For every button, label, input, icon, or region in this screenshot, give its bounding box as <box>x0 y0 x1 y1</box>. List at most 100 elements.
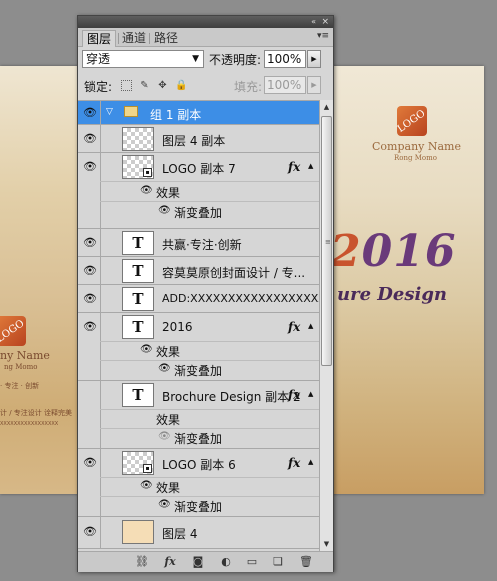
logo-badge: LOGO <box>0 316 27 346</box>
chevron-up-icon[interactable]: ▲ <box>308 322 313 330</box>
link-layers-icon[interactable]: ⛓ <box>134 555 150 569</box>
eye-icon[interactable]: 👁 <box>82 456 98 470</box>
fill-slider-button[interactable]: ▶ <box>307 76 321 94</box>
chevron-up-icon[interactable]: ▲ <box>308 390 313 398</box>
close-icon[interactable]: × <box>321 17 329 27</box>
panel-menu-icon[interactable]: ▾≡ <box>317 31 329 41</box>
adjustment-layer-icon[interactable]: ◐ <box>218 555 234 569</box>
eye-column-divider <box>100 285 101 312</box>
layer-row[interactable]: 👁 T ADD:XXXXXXXXXXXXXXXXXX... <box>78 285 319 313</box>
text-layer-icon: T <box>122 231 154 255</box>
add-style-icon[interactable]: fx <box>162 555 178 569</box>
text-layer-icon: T <box>122 287 154 311</box>
scroll-up-icon[interactable]: ▲ <box>320 100 333 114</box>
layer-name: 共赢·专注·创新 <box>162 238 242 252</box>
layer-row[interactable]: 👁 T 共赢·专注·创新 <box>78 229 319 257</box>
chevron-up-icon[interactable]: ▲ <box>308 458 313 466</box>
eye-icon[interactable]: 👁 <box>82 106 98 120</box>
fx-icon[interactable]: fx <box>288 456 300 470</box>
opacity-label: 不透明度: <box>209 53 262 67</box>
left-tagline: · 专注 · 创新 <box>0 382 40 390</box>
eye-icon[interactable]: 👁 <box>140 185 153 196</box>
layer-name: 图层 4 副本 <box>162 134 226 148</box>
trash-icon[interactable]: 🗑 <box>298 555 314 569</box>
layer-row[interactable]: 👁 ▪ LOGO 副本 7 fx ▲ 👁 效果 👁 渐变叠加 <box>78 153 319 229</box>
eye-icon[interactable]: 👁 <box>158 431 171 442</box>
layer-list-scrollbar[interactable]: ▲ ≡ ▼ <box>319 100 333 551</box>
layer-list: 👁 ▽ 组 1 副本 👁 图层 4 副本 👁 ▪ LOGO 副本 7 fx ▲ … <box>78 100 319 551</box>
blend-mode-select[interactable]: 穿透 ▼ <box>82 50 204 68</box>
divider <box>100 496 319 497</box>
fx-icon[interactable]: fx <box>288 388 300 402</box>
lock-transparent-icon[interactable] <box>121 80 132 91</box>
layer-row[interactable]: 👁 T 2016 fx ▲ 👁 效果 👁 渐变叠加 <box>78 313 319 381</box>
opacity-slider-button[interactable]: ▶ <box>307 50 321 68</box>
layer-thumbnail <box>122 520 154 544</box>
gradient-overlay-label: 渐变叠加 <box>174 500 223 514</box>
year-title: 2016 <box>330 226 457 277</box>
eye-icon[interactable]: 👁 <box>82 525 98 539</box>
eye-icon[interactable]: 👁 <box>158 205 171 216</box>
panel-footer: ⛓ fx ◙ ◐ ▭ ❏ 🗑 <box>78 551 333 572</box>
eye-icon[interactable]: 👁 <box>82 236 98 250</box>
eye-column-divider <box>100 125 101 152</box>
divider <box>100 201 319 202</box>
gradient-overlay-label: 渐变叠加 <box>174 206 223 220</box>
lock-move-icon[interactable]: ✥ <box>157 80 168 91</box>
layer-row[interactable]: 👁 图层 4 <box>78 517 319 549</box>
layer-name: 容莫莫原创封面设计 / 专... <box>162 266 306 280</box>
lock-all-icon[interactable]: 🔒 <box>175 80 187 91</box>
eye-column-divider <box>100 381 101 448</box>
layer-name: 组 1 副本 <box>150 108 202 122</box>
layer-name: LOGO 副本 6 <box>162 458 236 472</box>
eye-icon[interactable]: 👁 <box>82 320 98 334</box>
blend-row: 穿透 ▼ 不透明度: 100% ▶ <box>78 48 333 70</box>
new-group-icon[interactable]: ▭ <box>244 555 260 569</box>
eye-icon[interactable]: 👁 <box>158 363 171 374</box>
eye-icon[interactable]: 👁 <box>82 160 98 174</box>
collapse-icon[interactable]: « <box>311 17 316 27</box>
brochure-title: ure Design <box>337 284 447 305</box>
gradient-overlay-label: 渐变叠加 <box>174 432 223 446</box>
left-company-name: ny Name <box>0 349 50 362</box>
eye-icon[interactable]: 👁 <box>82 264 98 278</box>
fx-icon[interactable]: fx <box>288 160 300 174</box>
tab-channels[interactable]: 通道 <box>118 30 150 47</box>
layer-row-group[interactable]: 👁 ▽ 组 1 副本 <box>78 101 319 125</box>
layer-name: Brochure Design 副本 2 <box>162 390 301 404</box>
fx-icon[interactable]: fx <box>288 320 300 334</box>
layer-row[interactable]: 👁 ▪ LOGO 副本 6 fx ▲ 👁 效果 👁 渐变叠加 <box>78 449 319 517</box>
layers-panel: « × 图层 通道 路径 ▾≡ 穿透 ▼ 不透明度: 100% ▶ 锁定: ✎ … <box>77 15 334 572</box>
expand-icon[interactable]: ▽ <box>106 107 113 117</box>
layer-row[interactable]: 👁 图层 4 副本 <box>78 125 319 153</box>
new-layer-icon[interactable]: ❏ <box>270 555 286 569</box>
eye-icon[interactable]: 👁 <box>82 132 98 146</box>
layer-row[interactable]: 👁 T 容莫莫原创封面设计 / 专... <box>78 257 319 285</box>
panel-titlebar[interactable]: « × <box>78 16 333 28</box>
divider <box>100 341 319 342</box>
fill-input[interactable]: 100% <box>264 76 306 94</box>
scrollbar-thumb[interactable]: ≡ <box>321 116 332 366</box>
tab-paths[interactable]: 路径 <box>150 30 182 47</box>
layer-thumbnail: ▪ <box>122 155 154 179</box>
gradient-overlay-label: 渐变叠加 <box>174 364 223 378</box>
tab-layers[interactable]: 图层 <box>82 30 117 47</box>
layer-name: LOGO 副本 7 <box>162 162 236 176</box>
add-mask-icon[interactable]: ◙ <box>190 555 206 569</box>
divider <box>100 360 319 361</box>
lock-row: 锁定: ✎ ✥ 🔒 填充: 100% ▶ <box>78 74 333 96</box>
fill-label: 填充: <box>234 80 263 94</box>
text-layer-icon: T <box>122 383 154 407</box>
eye-icon[interactable]: 👁 <box>158 499 171 510</box>
chevron-up-icon[interactable]: ▲ <box>308 162 313 170</box>
eye-column-divider <box>100 449 101 516</box>
left-tagline-2: 计 / 专注设计 诠释完美 <box>0 409 73 417</box>
layer-name: 2016 <box>162 320 193 334</box>
layer-row[interactable]: T Brochure Design 副本 2 fx ▲ 效果 👁 渐变叠加 <box>78 381 319 449</box>
eye-icon[interactable]: 👁 <box>140 344 153 355</box>
eye-icon[interactable]: 👁 <box>82 292 98 306</box>
eye-icon[interactable]: 👁 <box>140 480 153 491</box>
lock-brush-icon[interactable]: ✎ <box>139 80 150 91</box>
scroll-down-icon[interactable]: ▼ <box>320 537 333 551</box>
opacity-input[interactable]: 100% <box>264 50 306 68</box>
